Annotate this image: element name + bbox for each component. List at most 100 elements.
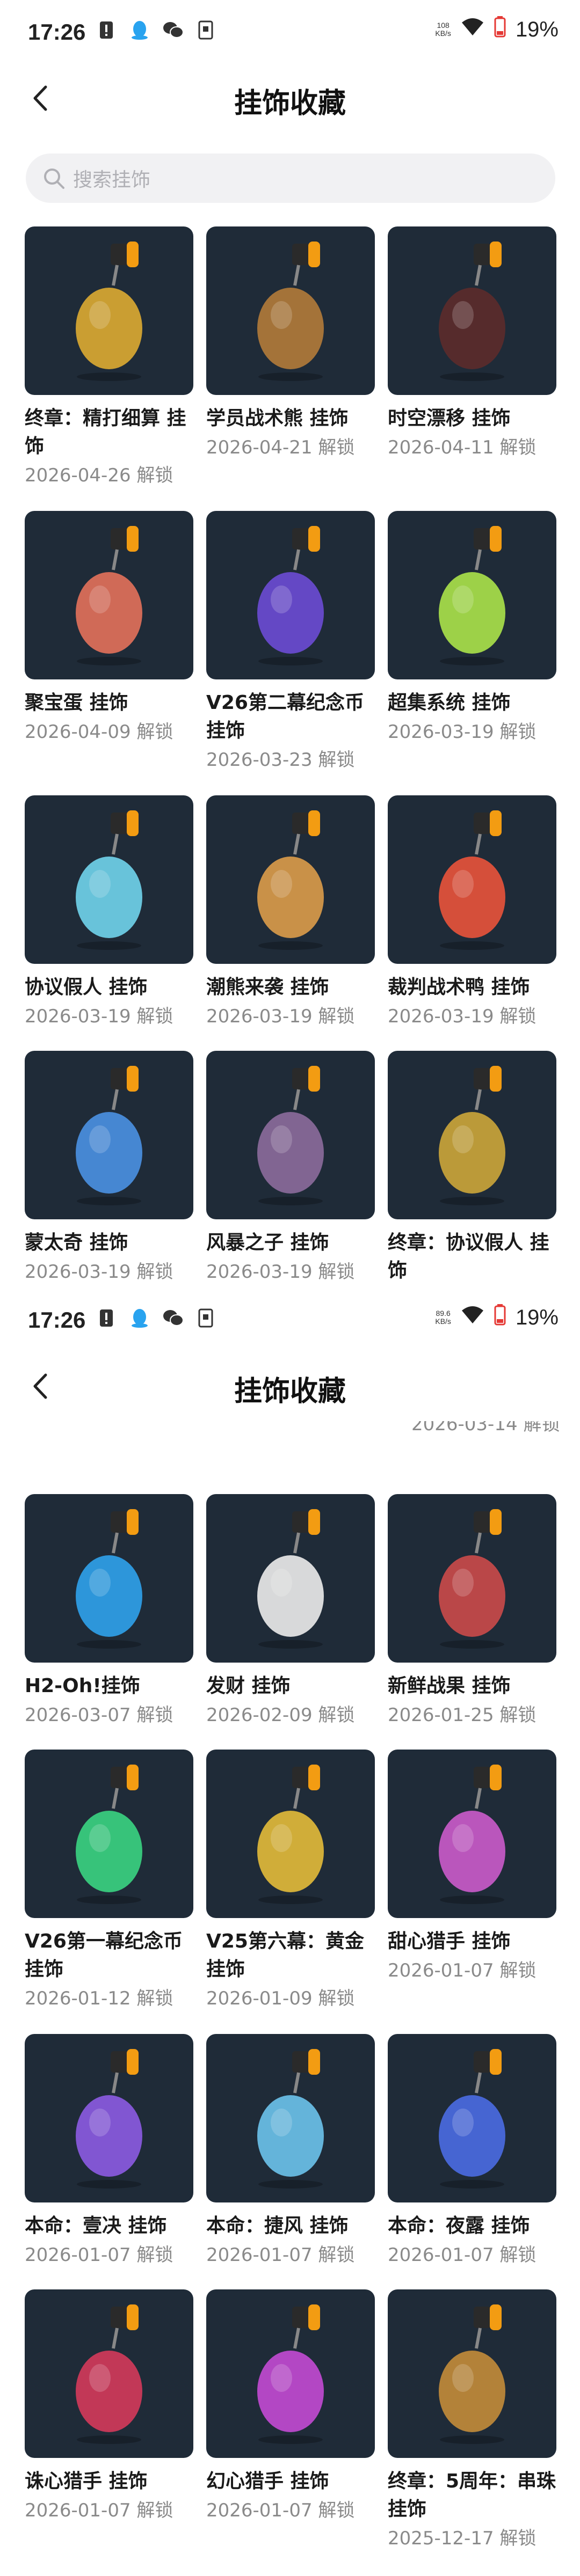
trendy-bear-charm-icon: [206, 795, 375, 964]
charm-card[interactable]: V26第二幕纪念币 挂饰 2026-03-23 解锁: [206, 511, 375, 774]
unlock-date: 2026-03-07 解锁: [25, 1704, 173, 1726]
status-time: 17:26: [28, 1307, 86, 1333]
agent-card-purple-charm-icon: [25, 2034, 193, 2202]
charm-name: 本命：夜露 挂饰: [388, 2215, 530, 2237]
search-placeholder: 搜索挂饰: [73, 169, 151, 191]
charm-card[interactable]: H2-Oh!挂饰 2026-03-07 解锁: [25, 1494, 193, 1729]
charm-card[interactable]: 协议假人 挂饰 2026-03-19 解锁: [25, 795, 193, 1030]
app-header: 挂饰收藏: [0, 63, 580, 133]
charm-card[interactable]: 潮熊来袭 挂饰 2026-03-19 解锁: [206, 795, 375, 1030]
charm-name: 诛心猎手 挂饰: [25, 2470, 148, 2492]
wechat-icon: [162, 19, 184, 41]
partial-date: 2026-03-14 解锁: [411, 1421, 560, 1435]
treasure-egg-charm-icon: [25, 511, 193, 679]
status-bar: 17:26 89.6 KB/s 19%: [0, 1288, 580, 1351]
sweetheart-hunter-charm-icon: [388, 1750, 556, 1918]
charm-name: 幻心猎手 挂饰: [206, 2470, 329, 2492]
charm-card[interactable]: 甜心猎手 挂饰 2026-01-07 解锁: [388, 1750, 556, 1985]
charm-card[interactable]: 发财 挂饰 2026-02-09 解锁: [206, 1494, 375, 1729]
drift-boot-charm-icon: [388, 226, 556, 395]
charm-card[interactable]: 诛心猎手 挂饰 2026-01-07 解锁: [25, 2289, 193, 2524]
charm-card[interactable]: 裁判战术鸭 挂饰 2026-03-19 解锁: [388, 795, 556, 1030]
charm-card[interactable]: V26第一幕纪念币 挂饰 2026-01-12 解锁: [25, 1750, 193, 2012]
wifi-icon: [461, 17, 484, 42]
mahjong-tile-charm-icon: [206, 1494, 375, 1663]
charm-card[interactable]: 本命：夜露 挂饰 2026-01-07 解锁: [388, 2034, 556, 2269]
charm-name: 时空漂移 挂饰: [388, 407, 511, 429]
charm-name: 终章：协议假人 挂饰: [388, 1232, 549, 1282]
fresh-fruit-charm-icon: [388, 1494, 556, 1663]
screenshot-icon: [195, 19, 217, 41]
screenshot-icon: [195, 1307, 217, 1329]
status-bar: 17:26 108 KB/s 19%: [0, 0, 580, 63]
charm-name: 裁判战术鸭 挂饰: [388, 976, 530, 998]
charm-name: 风暴之子 挂饰: [206, 1232, 329, 1254]
phantom-hunter-headset-charm-icon: [206, 2289, 375, 2458]
charm-card[interactable]: 聚宝蛋 挂饰 2026-04-09 解锁: [25, 511, 193, 746]
battery-icon: [494, 1304, 506, 1331]
charm-name: 协议假人 挂饰: [25, 976, 148, 998]
v25-gold-shield-charm-icon: [206, 1750, 375, 1918]
page-title: 挂饰收藏: [234, 1375, 346, 1408]
charm-name: 潮熊来袭 挂饰: [206, 976, 329, 998]
unlock-date: 2026-01-25 解锁: [388, 1704, 536, 1726]
charm-card[interactable]: 终章：协议假人 挂饰2026-03-14 解锁: [388, 1051, 556, 1288]
charm-card[interactable]: 新鲜战果 挂饰 2026-01-25 解锁: [388, 1494, 556, 1729]
montage-crystal-charm-icon: [25, 1051, 193, 1219]
charm-name: 本命：壹决 挂饰: [25, 2215, 167, 2237]
five-year-bead-charm-icon: [388, 2289, 556, 2458]
charm-name: 聚宝蛋 挂饰: [25, 692, 128, 714]
screenshot-1: 17:26 108KB/s 19% 挂饰收藏 搜索挂饰 终章：精打细算 挂饰: [0, 0, 580, 1288]
search-icon: [44, 169, 64, 189]
golden-piggy-charm-icon: [25, 226, 193, 395]
collection-list: 2026-03-14 解锁 H2-Oh!挂饰 2026-03-07 解锁 发财 挂…: [0, 1421, 580, 2576]
unlock-date: 2026-02-09 解锁: [206, 1704, 355, 1726]
charm-name: 终章：精打细算 挂饰: [25, 407, 186, 457]
golden-dummy-charm-icon: [388, 1051, 556, 1219]
protocol-dummy-charm-icon: [25, 795, 193, 964]
charm-card[interactable]: 超集系统 挂饰 2026-03-19 解锁: [388, 511, 556, 746]
unlock-date: 2026-03-19 解锁: [25, 1261, 173, 1283]
charm-name: H2-Oh!挂饰: [25, 1675, 140, 1697]
unlock-date: 2026-01-09 解锁: [206, 1988, 355, 2009]
unlock-date: 2026-01-07 解锁: [206, 2244, 355, 2266]
water-bottle-charm-icon: [25, 1494, 193, 1663]
referee-duck-charm-icon: [388, 795, 556, 964]
screenshot-2: 17:26 89.6 KB/s 19% 挂饰收藏 2026-03-14 解锁 H2…: [0, 1288, 580, 2576]
heart-hunter-headset-charm-icon: [25, 2289, 193, 2458]
charm-card[interactable]: 终章：精打细算 挂饰 2026-04-26 解锁: [25, 226, 193, 489]
charm-card[interactable]: 蒙太奇 挂饰 2026-03-19 解锁: [25, 1051, 193, 1286]
charm-name: 终章：5周年：串珠 挂饰: [388, 2470, 556, 2520]
charm-card[interactable]: 本命：捷风 挂饰 2026-01-07 解锁: [206, 2034, 375, 2269]
charm-card[interactable]: 时空漂移 挂饰 2026-04-11 解锁: [388, 226, 556, 462]
storm-child-charm-icon: [206, 1051, 375, 1219]
charm-name: 甜心猎手 挂饰: [388, 1930, 511, 1952]
unlock-date: 2026-01-07 解锁: [206, 2500, 355, 2521]
charm-card[interactable]: 本命：壹决 挂饰 2026-01-07 解锁: [25, 2034, 193, 2269]
unlock-date: 2026-04-11 解锁: [388, 437, 536, 458]
charm-name: 学员战术熊 挂饰: [206, 407, 349, 429]
v26-act1-coin-charm-icon: [25, 1750, 193, 1918]
superset-robot-charm-icon: [388, 511, 556, 679]
v26-act2-coin-charm-icon: [206, 511, 375, 679]
charm-card[interactable]: 风暴之子 挂饰 2026-03-19 解锁: [206, 1051, 375, 1286]
charm-card[interactable]: 学员战术熊 挂饰 2026-04-21 解锁: [206, 226, 375, 462]
charm-card[interactable]: 幻心猎手 挂饰 2026-01-07 解锁: [206, 2289, 375, 2524]
wifi-icon: [461, 1305, 484, 1330]
collection-list: 终章：精打细算 挂饰 2026-04-26 解锁 学员战术熊 挂饰 2026-04-…: [0, 220, 580, 1288]
page-title: 挂饰收藏: [234, 87, 346, 120]
unlock-date: 2025-12-17 解锁: [388, 2528, 536, 2549]
app-header: 挂饰收藏: [0, 1351, 580, 1421]
charm-name: V25第六幕：黄金 挂饰: [206, 1930, 364, 1980]
unlock-date: 2026-04-09 解锁: [25, 721, 173, 743]
search-input[interactable]: 搜索挂饰: [26, 153, 555, 203]
qq-icon: [129, 1307, 150, 1329]
charm-card[interactable]: V25第六幕：黄金 挂饰 2026-01-09 解锁: [206, 1750, 375, 2012]
unlock-date: 2026-04-21 解锁: [206, 437, 355, 458]
sim-alert-icon: [96, 1307, 117, 1329]
charm-card[interactable]: 终章：5周年：串珠 挂饰 2025-12-17 解锁: [388, 2289, 556, 2552]
unlock-date: 2026-03-23 解锁: [206, 749, 355, 771]
unlock-date: 2026-01-07 解锁: [25, 2500, 173, 2521]
charm-name: V26第二幕纪念币 挂饰: [206, 692, 364, 742]
unlock-date: 2026-03-19 解锁: [206, 1261, 355, 1283]
